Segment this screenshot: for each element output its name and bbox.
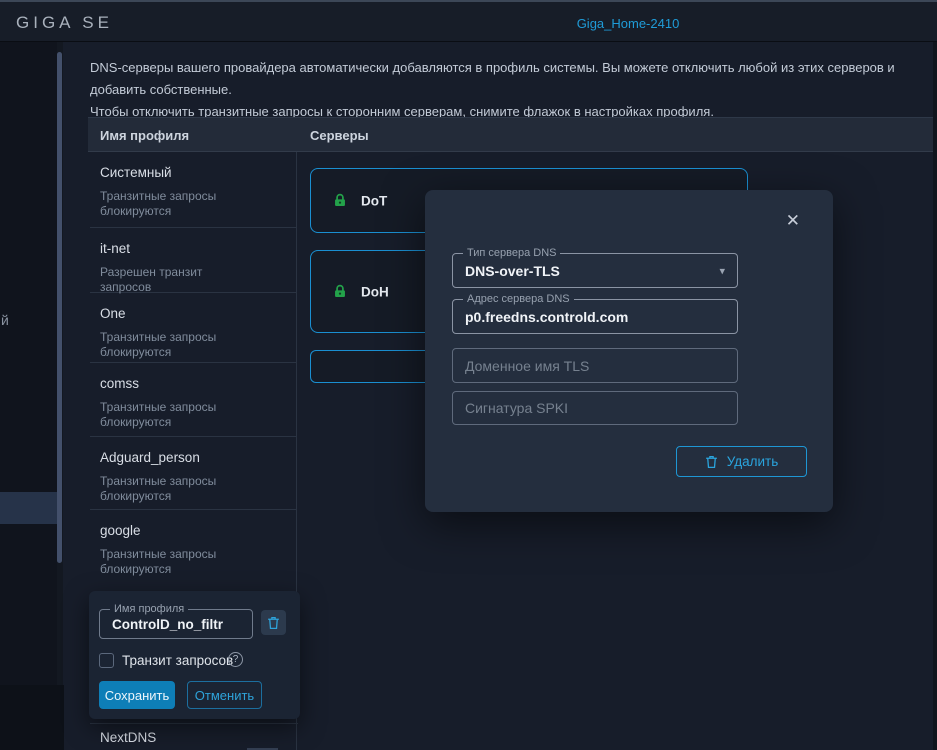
chevron-down-icon: ▾ — [719, 264, 725, 277]
sidebar-clipped-item-label: й — [1, 312, 9, 328]
profile-status: Разрешен транзит запросов — [100, 265, 255, 295]
profile-name-field[interactable]: Имя профиля — [99, 609, 253, 639]
dns-address-input[interactable] — [465, 300, 725, 333]
profile-row-google[interactable]: google Транзитные запросы блокируются — [90, 510, 296, 585]
profile-row-adguard-person[interactable]: Adguard_person Транзитные запросы блокир… — [90, 437, 296, 510]
row-divider — [90, 723, 298, 724]
profile-name: Adguard_person — [100, 450, 200, 465]
sidebar-scrollbar-thumb[interactable] — [57, 52, 62, 563]
dns-type-value: DNS-over-TLS — [465, 263, 560, 279]
close-icon[interactable]: ✕ — [786, 212, 800, 229]
profile-name-input[interactable] — [112, 610, 244, 638]
profile-row-sistemny[interactable]: Системный Транзитные запросы блокируются — [90, 152, 296, 228]
dns-type-select[interactable]: Тип сервера DNS DNS-over-TLS ▾ — [452, 253, 738, 288]
profile-status: Транзитные запросы блокируются — [100, 400, 255, 430]
profile-name: One — [100, 306, 126, 321]
trash-icon — [267, 616, 280, 630]
trash-icon — [705, 455, 718, 469]
sidebar-lower-area — [0, 685, 64, 750]
delete-server-button[interactable]: Удалить — [676, 446, 807, 477]
column-header-servers: Серверы — [310, 128, 369, 143]
save-button[interactable]: Сохранить — [99, 681, 175, 709]
profile-edit-panel: Имя профиля Транзит запросов ? Сохранить… — [89, 591, 300, 719]
transit-checkbox-label: Транзит запросов — [122, 653, 233, 668]
top-header-bar: GIGA SE Giga_Home-2410 — [0, 0, 937, 42]
profile-row-one[interactable]: One Транзитные запросы блокируются — [90, 293, 296, 363]
profile-status: Транзитные запросы блокируются — [100, 330, 255, 360]
tls-domain-input[interactable] — [465, 349, 725, 382]
dns-type-label: Тип сервера DNS — [463, 247, 560, 259]
profile-row-it-net[interactable]: it-net Разрешен транзит запросов — [90, 228, 296, 293]
help-icon[interactable]: ? — [228, 652, 243, 667]
transit-checkbox[interactable] — [99, 653, 114, 668]
profile-status: Транзитные запросы блокируются — [100, 189, 255, 219]
delete-server-label: Удалить — [727, 454, 779, 469]
profile-row-comss[interactable]: comss Транзитные запросы блокируются — [90, 363, 296, 437]
delete-profile-button[interactable] — [261, 610, 286, 635]
sidebar-active-item[interactable] — [0, 492, 57, 524]
profile-name: google — [100, 523, 141, 538]
device-name-link[interactable]: Giga_Home-2410 — [577, 16, 680, 31]
profile-row-nextdns[interactable]: NextDNS — [100, 730, 156, 745]
profile-name: Системный — [100, 165, 172, 180]
profile-status: Транзитные запросы блокируются — [100, 474, 255, 504]
secure-lock-icon — [333, 285, 347, 299]
server-card-label: DoH — [361, 284, 389, 299]
profile-status: Транзитные запросы блокируются — [100, 547, 255, 577]
dns-server-dialog: ✕ Тип сервера DNS DNS-over-TLS ▾ Адрес с… — [425, 190, 833, 512]
table-header: Имя профиля Серверы — [88, 117, 933, 152]
dns-settings-page: GIGA SE Giga_Home-2410 й DNS-серверы ваш… — [0, 0, 937, 750]
profile-name: comss — [100, 376, 139, 391]
dns-address-field[interactable]: Адрес сервера DNS — [452, 299, 738, 334]
intro-line-1: DNS-серверы вашего провайдера автоматиче… — [90, 57, 936, 101]
profile-name: it-net — [100, 241, 130, 256]
column-header-profile: Имя профиля — [100, 128, 189, 143]
spki-signature-field[interactable] — [452, 391, 738, 425]
spki-signature-input[interactable] — [465, 392, 725, 424]
cancel-button[interactable]: Отменить — [187, 681, 262, 709]
secure-lock-icon — [333, 194, 347, 208]
tls-domain-field[interactable] — [452, 348, 738, 383]
page-scrollbar-track — [933, 42, 937, 750]
device-model-logo: GIGA SE — [16, 13, 113, 33]
intro-description: DNS-серверы вашего провайдера автоматиче… — [90, 57, 936, 123]
server-card-label: DoT — [361, 193, 387, 208]
sidebar-clipped: й — [0, 42, 57, 685]
